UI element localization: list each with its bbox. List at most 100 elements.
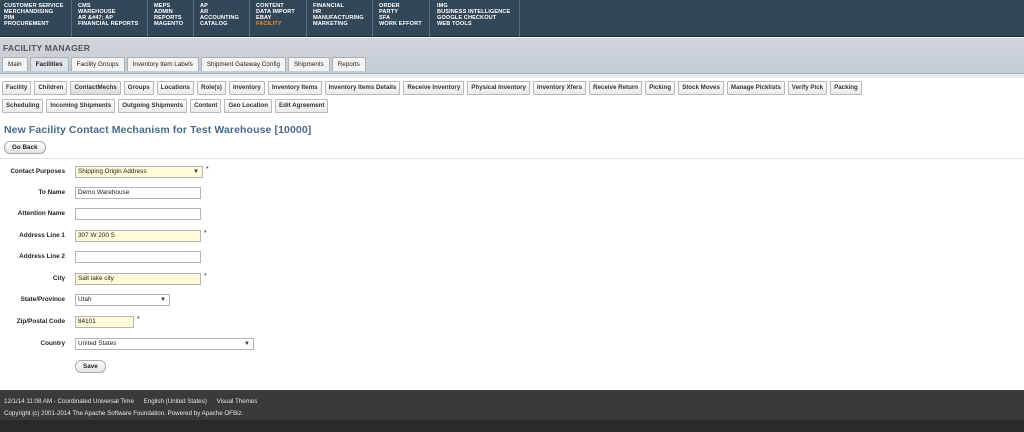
subnav-facility[interactable]: Facility: [2, 81, 32, 95]
tab-reports[interactable]: Reports: [331, 57, 366, 71]
form-row-contact-purposes: Contact Purposes Shipping Origin Address…: [0, 166, 400, 179]
subnav-manage-picklists[interactable]: Manage Picklists: [726, 81, 785, 95]
required-marker: *: [204, 230, 207, 237]
tab-facilities[interactable]: Facilities: [29, 57, 69, 71]
subnav-inventory[interactable]: Inventory: [228, 81, 265, 95]
tab-underline: [0, 73, 1024, 78]
subnav-groups[interactable]: Groups: [123, 81, 154, 95]
to-name-label: To Name: [38, 189, 65, 196]
subnav-children[interactable]: Children: [34, 81, 68, 95]
menu-column-2: CMS WAREHOUSE AR &#47; AP FINANCIAL REPO…: [78, 3, 138, 27]
country-select[interactable]: United States ▼: [75, 338, 254, 350]
form-row-zip: Zip/Postal Code 84101 *: [0, 316, 400, 329]
form-row-state: State/Province Utah ▼: [0, 294, 400, 307]
menu-separator: [193, 0, 194, 37]
form-row-attention-name: Attention Name: [0, 208, 400, 221]
footer-copyright: Copyright (c) 2001-2014 The Apache Softw…: [4, 410, 244, 417]
subnav-receive-inventory[interactable]: Receive Inventory: [403, 81, 465, 95]
app-header: FACILITY MANAGER Main Facilities Facilit…: [0, 38, 1024, 78]
facility-subnav: Facility Children ContactMechs Groups Lo…: [2, 81, 1022, 117]
address2-input[interactable]: [75, 251, 201, 263]
subnav-incoming-shipments[interactable]: Incoming Shipments: [46, 99, 116, 113]
city-label: City: [52, 275, 65, 282]
attention-name-label: Attention Name: [17, 210, 65, 217]
tab-facility-groups[interactable]: Facility Groups: [70, 57, 125, 71]
subnav-inventory-xfers[interactable]: Inventory Xfers: [532, 81, 587, 95]
menu-column-4: AP AR ACCOUNTING CATALOG: [200, 3, 239, 27]
tab-main[interactable]: Main: [2, 57, 28, 71]
state-select[interactable]: Utah ▼: [75, 294, 170, 306]
contact-purposes-value: Shipping Origin Address: [78, 168, 147, 175]
menu-column-5: CONTENT DATA IMPORT EBAY FACILITY: [256, 3, 295, 27]
app-tab-bar: Main Facilities Facility Groups Inventor…: [2, 57, 368, 71]
state-label: State/Province: [20, 296, 65, 303]
footer-locale[interactable]: English (United States): [144, 398, 207, 405]
subnav-content[interactable]: Content: [190, 99, 222, 113]
attention-name-input[interactable]: [75, 208, 201, 220]
country-label: Country: [40, 340, 66, 347]
menu-column-6: FINANCIAL HR MANUFACTURING MARKETING: [313, 3, 364, 27]
subnav-outgoing-shipments[interactable]: Outgoing Shipments: [118, 99, 188, 113]
menu-column-1: CUSTOMER SERVICE MERCHANDISING PIM PROCU…: [4, 3, 64, 27]
menu-separator: [147, 0, 148, 37]
menu-separator: [306, 0, 307, 37]
menu-separator: [519, 0, 520, 37]
page-footer: 12/1/14 11:08 AM - Coordinated Universal…: [0, 390, 1024, 432]
subnav-stock-moves[interactable]: Stock Moves: [678, 81, 724, 95]
menu-magento[interactable]: MAGENTO: [154, 21, 183, 27]
dropdown-arrow-icon: ▼: [160, 297, 166, 303]
tab-inventory-item-labels[interactable]: Inventory Item Labels: [126, 57, 199, 71]
menu-procurement[interactable]: PROCUREMENT: [4, 21, 64, 27]
subnav-geo-location[interactable]: Geo Location: [224, 99, 272, 113]
address1-label: Address Line 1: [19, 232, 65, 239]
form-row-address2: Address Line 2: [0, 251, 400, 264]
menu-column-8: IMG BUSINESS INTELLIGENCE GOOGLE CHECKOU…: [437, 3, 510, 27]
tab-shipments[interactable]: Shipments: [287, 57, 330, 71]
subnav-receive-return[interactable]: Receive Return: [589, 81, 643, 95]
subnav-inventory-items[interactable]: Inventory Items: [267, 81, 322, 95]
menu-column-3: MEPS ADMIN REPORTS MAGENTO: [154, 3, 183, 27]
subnav-locations[interactable]: Locations: [156, 81, 194, 95]
form-row-address1: Address Line 1 307 W 200 S *: [0, 230, 400, 243]
page-title: New Facility Contact Mechanism for Test …: [4, 124, 312, 136]
subnav-edit-agreement[interactable]: Edit Agreement: [274, 99, 329, 113]
country-value: United States: [78, 340, 117, 347]
zip-label: Zip/Postal Code: [16, 318, 65, 325]
menu-catalog[interactable]: CATALOG: [200, 21, 239, 27]
form-row-country: Country United States ▼: [0, 338, 400, 351]
top-app-menu: CUSTOMER SERVICE MERCHANDISING PIM PROCU…: [0, 0, 1024, 37]
address1-input[interactable]: 307 W 200 S: [75, 230, 201, 242]
required-marker: *: [206, 166, 209, 173]
menu-facility[interactable]: FACILITY: [256, 21, 295, 27]
contact-purposes-select[interactable]: Shipping Origin Address ▼: [75, 166, 203, 178]
menu-web-tools[interactable]: WEB TOOLS: [437, 21, 510, 27]
subnav-physical-inventory[interactable]: Physical Inventory: [467, 81, 530, 95]
app-title: FACILITY MANAGER: [3, 43, 91, 53]
state-value: Utah: [78, 296, 92, 303]
footer-visual-themes[interactable]: Visual Themes: [217, 398, 258, 405]
dropdown-arrow-icon: ▼: [244, 341, 250, 347]
subnav-scheduling[interactable]: Scheduling: [2, 99, 44, 113]
address2-label: Address Line 2: [19, 253, 65, 260]
footer-info: 12/1/14 11:08 AM - Coordinated Universal…: [4, 398, 265, 405]
required-marker: *: [137, 316, 140, 323]
subnav-contactmechs[interactable]: ContactMechs: [70, 81, 121, 95]
subnav-inventory-items-details[interactable]: Inventory Items Details: [324, 81, 401, 95]
menu-marketing[interactable]: MARKETING: [313, 21, 364, 27]
footer-datetime[interactable]: 12/1/14 11:08 AM - Coordinated Universal…: [4, 398, 134, 405]
city-input[interactable]: Salt lake city: [75, 273, 201, 285]
menu-financial-reports[interactable]: FINANCIAL REPORTS: [78, 21, 138, 27]
menu-work-effort[interactable]: WORK EFFORT: [379, 21, 422, 27]
subnav-roles[interactable]: Role(s): [196, 81, 226, 95]
tab-shipment-gateway-config[interactable]: Shipment Gateway Config: [200, 57, 286, 71]
footer-bottom-bar: [0, 420, 1024, 432]
zip-input[interactable]: 84101: [75, 316, 134, 328]
to-name-input[interactable]: Demo Warehouse: [75, 187, 201, 199]
dropdown-arrow-icon: ▼: [193, 169, 199, 175]
subnav-verify-pick[interactable]: Verify Pick: [787, 81, 828, 95]
subnav-packing[interactable]: Packing: [830, 81, 862, 95]
go-back-button[interactable]: Go Back: [4, 141, 46, 154]
required-marker: *: [204, 273, 207, 280]
save-button[interactable]: Save: [75, 360, 106, 373]
subnav-picking[interactable]: Picking: [645, 81, 676, 95]
